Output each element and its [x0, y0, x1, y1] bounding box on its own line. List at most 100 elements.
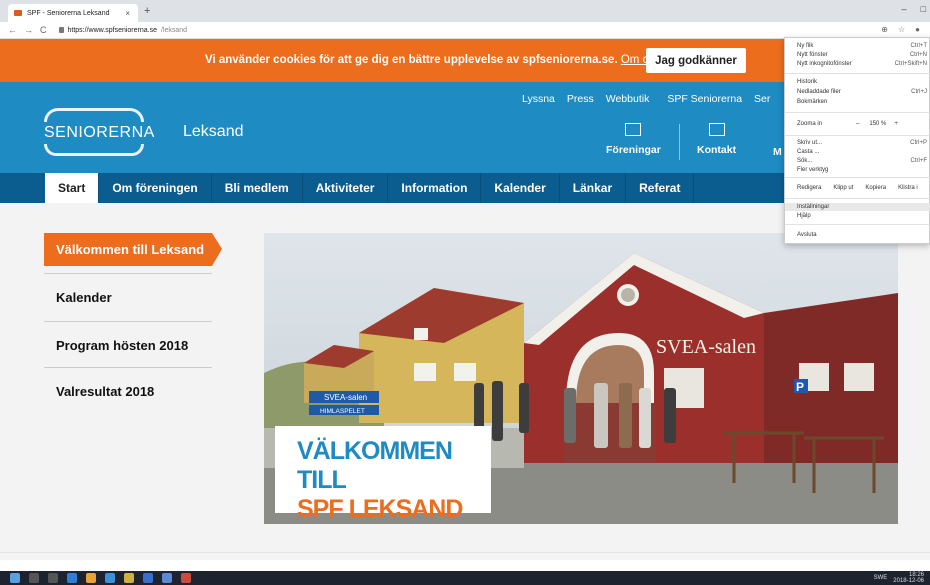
menu-label: Nytt fönster: [797, 52, 828, 58]
back-button[interactable]: ←: [8, 25, 17, 35]
top-link-webbutik[interactable]: Webbutik: [606, 93, 650, 105]
header-divider: [679, 124, 680, 160]
minimize-button[interactable]: –: [902, 4, 907, 14]
svg-text:P: P: [796, 380, 804, 394]
menu-separator: [785, 135, 930, 136]
nav-aktiviteter[interactable]: Aktiviteter: [303, 173, 389, 203]
hero-caption-line2: SPF LEKSAND: [297, 495, 463, 523]
paste-button[interactable]: Klistra i: [898, 185, 918, 191]
nav-om-foreningen[interactable]: Om föreningen: [99, 173, 212, 203]
menu-shortcut: Ctrl+J: [911, 89, 927, 95]
zoom-out-button[interactable]: –: [856, 121, 859, 127]
menu-label: Nedladdade filer: [797, 89, 841, 95]
menu-item-downloads[interactable]: Nedladdade filer Ctrl+J: [785, 88, 930, 96]
nav-start[interactable]: Start: [45, 173, 100, 203]
edge-icon[interactable]: [67, 573, 77, 583]
sidebar-item-valkommen[interactable]: Välkommen till Leksand: [44, 233, 222, 266]
menu-separator: [785, 198, 930, 199]
url-field[interactable]: https://www.spfseniorerna.se/leksand: [58, 26, 188, 34]
word-icon[interactable]: [143, 573, 153, 583]
maximize-button[interactable]: □: [921, 4, 926, 14]
menu-label: Ny flik: [797, 43, 814, 49]
menu-item-find[interactable]: Sök... Ctrl+F: [785, 157, 930, 165]
menu-item-settings[interactable]: Inställningar: [785, 203, 930, 211]
favicon-icon: [14, 10, 22, 16]
menu-shortcut: Ctrl+F: [910, 158, 928, 164]
browser-tab[interactable]: SPF - Seniorerna Leksand ×: [8, 4, 138, 22]
mail-icon: [708, 123, 725, 136]
accept-cookies-button[interactable]: Jag godkänner: [646, 48, 746, 73]
menu-item-history[interactable]: Historik: [785, 78, 930, 86]
menu-item-more-tools[interactable]: Fler verktyg: [785, 166, 930, 174]
star-icon[interactable]: ☆: [898, 25, 905, 34]
nav-lankar[interactable]: Länkar: [560, 173, 627, 203]
nav-kalender[interactable]: Kalender: [481, 173, 560, 203]
task-view-icon[interactable]: [48, 573, 58, 583]
nav-information[interactable]: Information: [388, 173, 482, 203]
foreningar-label: Föreningar: [606, 144, 661, 156]
kontakt-link[interactable]: Kontakt: [697, 123, 736, 156]
tab-title: SPF - Seniorerna Leksand: [27, 9, 110, 17]
foreningar-link[interactable]: Föreningar: [606, 123, 661, 156]
start-icon[interactable]: [10, 573, 20, 583]
explorer-icon[interactable]: [105, 573, 115, 583]
top-link-press[interactable]: Press: [567, 93, 594, 105]
chrome-icon[interactable]: [86, 573, 96, 583]
list-icon: [625, 123, 642, 136]
sidebar-item-valresultat[interactable]: Valresultat 2018: [44, 367, 212, 414]
top-link-ser[interactable]: Ser: [754, 93, 770, 105]
zoom-in-button[interactable]: +: [894, 121, 898, 127]
menu-label: Sök...: [797, 158, 813, 164]
zoom-icon[interactable]: ⊕: [881, 25, 888, 34]
nav-bli-medlem[interactable]: Bli medlem: [212, 173, 303, 203]
profile-icon[interactable]: ●: [915, 25, 920, 34]
zoom-label: Zooma in: [797, 121, 823, 127]
reload-button[interactable]: C: [40, 25, 47, 35]
copy-button[interactable]: Kopiera: [865, 185, 886, 191]
menu-item-new-window[interactable]: Nytt fönster Ctrl+N: [785, 51, 930, 59]
url-path: /leksand: [161, 26, 188, 34]
more-link[interactable]: M: [773, 146, 782, 158]
menu-shortcut: Ctrl+P: [910, 140, 927, 146]
menu-separator: [785, 112, 930, 113]
menu-item-incognito[interactable]: Nytt inkognitofönster Ctrl+Skift+N: [785, 60, 930, 68]
clock[interactable]: 18:26 2018-12-06: [893, 572, 924, 584]
menu-item-exit[interactable]: Avsluta: [785, 231, 930, 239]
chrome-menu: Ny flik Ctrl+T Nytt fönster Ctrl+N Nytt in…: [784, 37, 930, 244]
menu-item-new-tab[interactable]: Ny flik Ctrl+T: [785, 42, 930, 50]
menu-item-print[interactable]: Skriv ut... Ctrl+P: [785, 139, 930, 147]
zoom-value: 150 %: [869, 121, 887, 127]
street-sign-2: HIMLASPELET: [320, 408, 365, 415]
window-controls: – □: [902, 4, 926, 14]
menu-label: Casta ...: [797, 149, 820, 155]
store-icon[interactable]: [124, 573, 134, 583]
menu-label: Skriv ut...: [797, 140, 823, 146]
menu-label: Hjälp: [797, 213, 811, 219]
top-link-spf-seniorerna[interactable]: SPF Seniorerna: [667, 93, 742, 105]
more-label: M: [773, 146, 782, 158]
menu-separator: [785, 177, 930, 178]
sidebar-item-kalender[interactable]: Kalender: [44, 273, 212, 320]
tray-lang[interactable]: SWE: [874, 575, 888, 581]
cut-button[interactable]: Klipp ut: [833, 185, 853, 191]
menu-item-bookmarks[interactable]: Bokmärken: [785, 98, 930, 106]
app2-icon[interactable]: [181, 573, 191, 583]
spf-logo[interactable]: SENIORERNA: [44, 108, 154, 156]
hero-caption-line1: VÄLKOMMEN TILL: [297, 437, 453, 494]
menu-shortcut: Ctrl+N: [909, 52, 927, 58]
nav-referat[interactable]: Referat: [626, 173, 695, 203]
new-tab-button[interactable]: +: [144, 5, 150, 17]
top-link-lyssna[interactable]: Lyssna: [522, 93, 555, 105]
menu-item-help[interactable]: Hjälp: [785, 212, 930, 220]
menu-shortcut: Ctrl+T: [910, 43, 928, 49]
menu-item-cast[interactable]: Casta ...: [785, 148, 930, 156]
menu-label: Historik: [797, 79, 818, 85]
tab-close-icon[interactable]: ×: [125, 9, 130, 18]
search-icon[interactable]: [29, 573, 39, 583]
header-top-links: Lyssna Press Webbutik SPF Seniorerna Ser: [522, 93, 770, 105]
menu-label: Inställningar: [797, 204, 830, 210]
app-icon[interactable]: [162, 573, 172, 583]
forward-button[interactable]: →: [24, 25, 33, 35]
logo-text: SENIORERNA: [44, 124, 155, 141]
sidebar-item-program[interactable]: Program hösten 2018: [44, 321, 212, 368]
